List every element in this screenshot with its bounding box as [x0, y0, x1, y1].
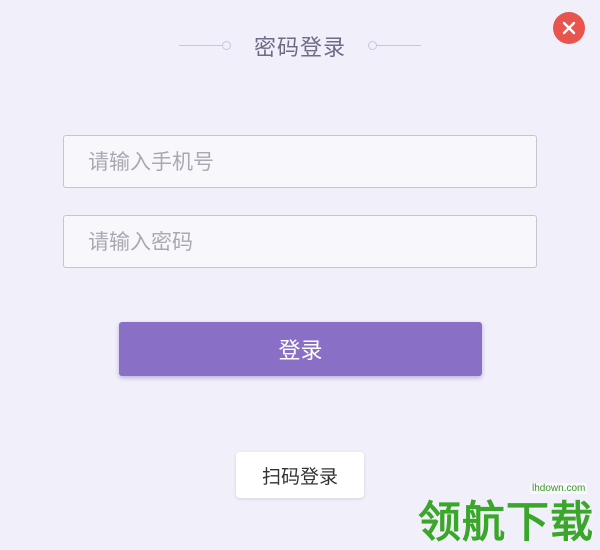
watermark-url: lhdown.com — [530, 483, 588, 494]
title-decoration-dot-right — [368, 41, 377, 50]
login-dialog: 密码登录 登录 扫码登录 领航下载 lhdown.com — [0, 0, 600, 548]
title-decoration-dot-left — [222, 41, 231, 50]
watermark: 领航下载 lhdown.com — [418, 480, 600, 548]
close-icon — [562, 21, 576, 35]
title-decoration-line-right — [377, 45, 421, 46]
watermark-logo-text: 领航下载 — [418, 498, 594, 548]
title-decoration-line-left — [179, 45, 223, 46]
password-input[interactable] — [63, 215, 537, 268]
scan-login-button[interactable]: 扫码登录 — [236, 452, 364, 498]
login-button[interactable]: 登录 — [119, 322, 482, 376]
phone-input[interactable] — [63, 135, 537, 188]
title-row: 密码登录 — [0, 28, 600, 64]
close-button[interactable] — [553, 12, 585, 44]
dialog-title: 密码登录 — [253, 36, 346, 61]
